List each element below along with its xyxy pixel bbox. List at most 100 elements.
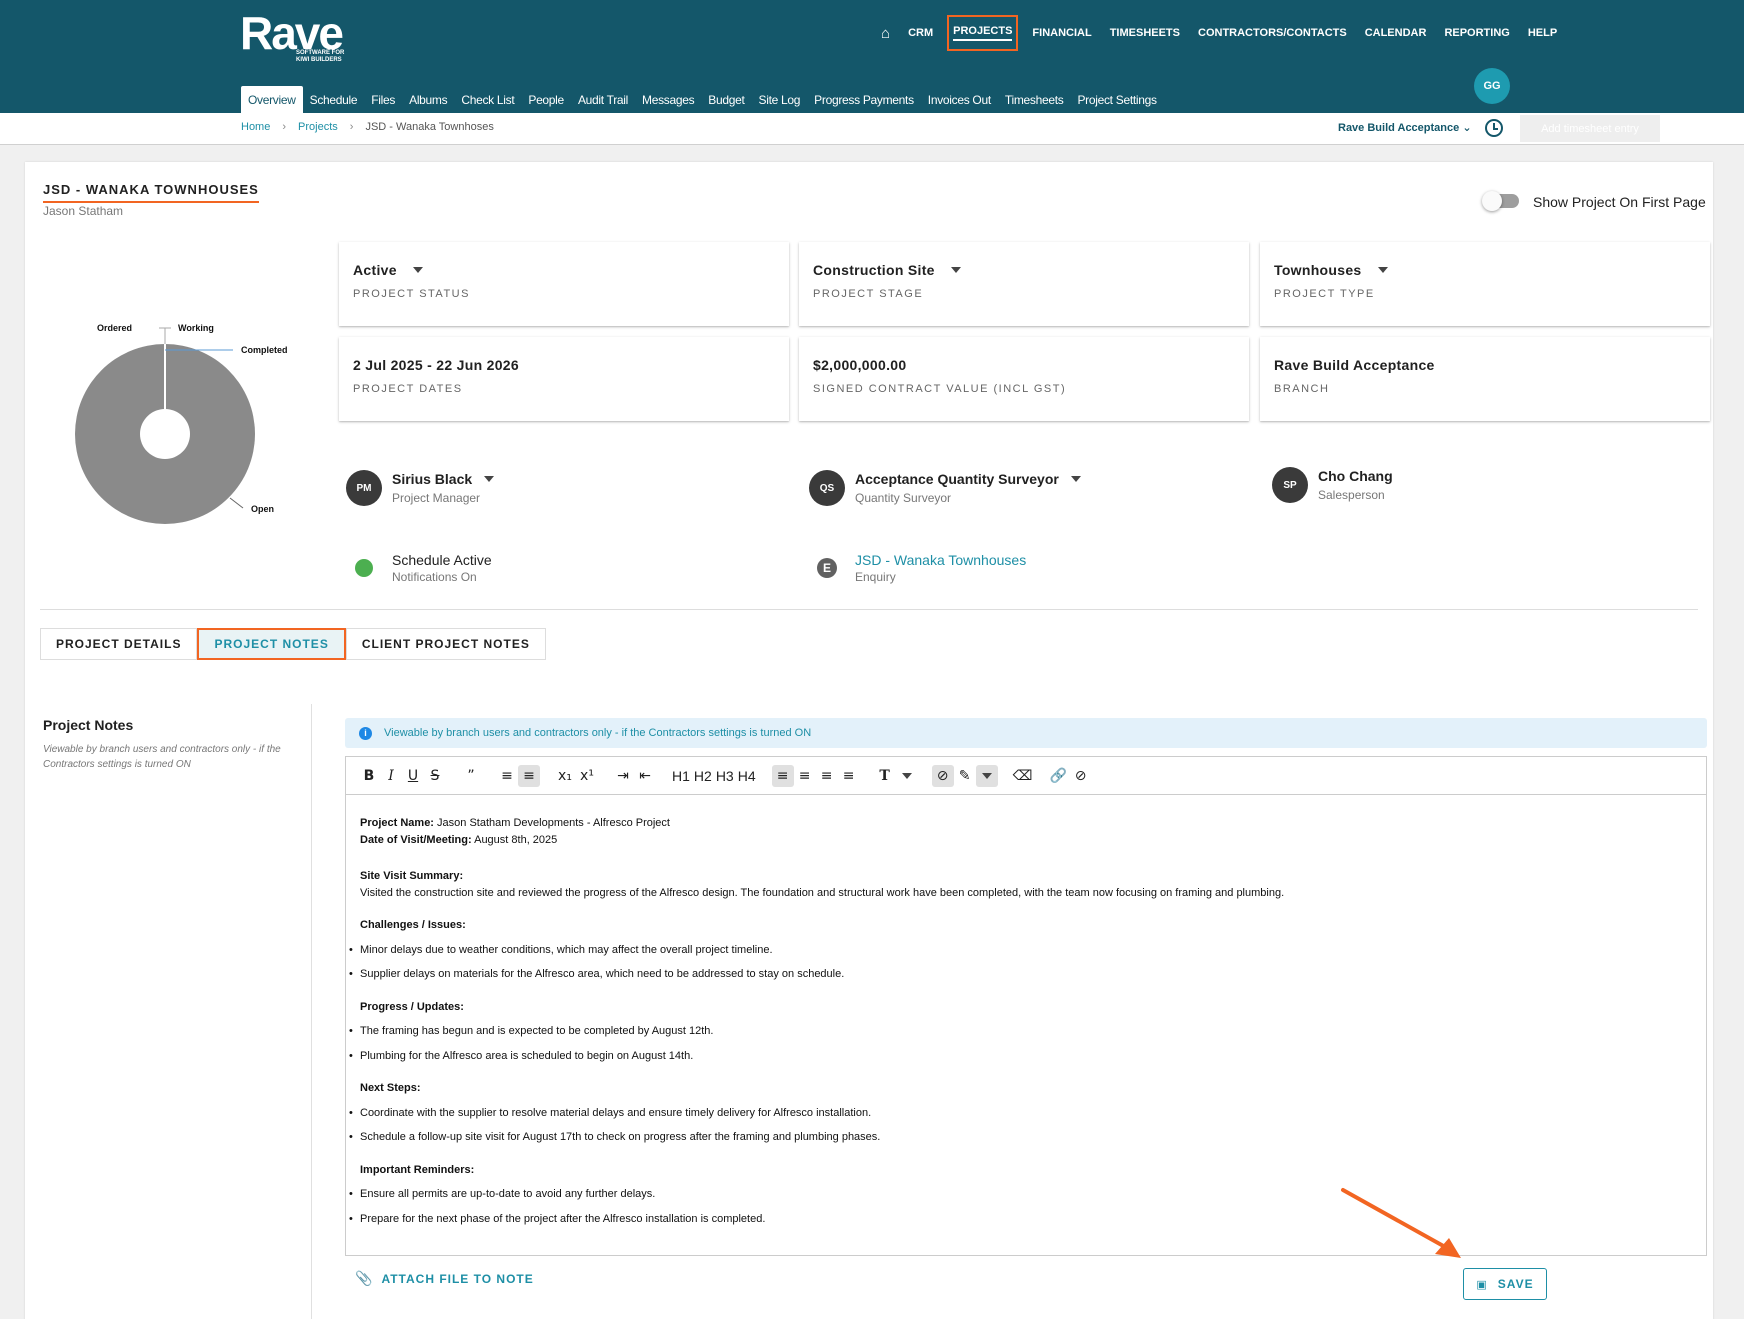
subnav-overview[interactable]: Overview [241,86,303,113]
list-item: Coordinate with the supplier to resolve … [349,1105,1692,1122]
highlighter-icon[interactable]: ✎ [954,765,976,787]
attach-file-button[interactable]: 📎 ATTACH FILE TO NOTE [355,1270,534,1287]
caret-down-icon[interactable] [896,765,918,787]
caret-down-icon[interactable] [975,764,998,787]
heading-1-button[interactable]: H1 [670,765,692,787]
save-button[interactable]: ▣ SAVE [1463,1268,1547,1300]
subnav-site-log[interactable]: Site Log [752,86,808,113]
breadcrumb-projects[interactable]: Projects [298,121,338,133]
caret-down-icon[interactable] [1377,267,1388,273]
caret-down-icon[interactable] [412,267,423,273]
enquiry-link-block: E JSD - Wanaka Townhouses Enquiry [809,552,1026,584]
subscript-icon[interactable]: x₁ [554,765,576,787]
subnav-project-settings[interactable]: Project Settings [1070,86,1163,113]
clock-icon[interactable] [1485,119,1503,137]
nav-calendar[interactable]: CALENDAR [1356,15,1436,51]
add-timesheet-entry-button[interactable]: Add timesheet entry [1520,115,1660,142]
project-status-card[interactable]: Active PROJECT STATUS [339,242,789,326]
project-type-card[interactable]: Townhouses PROJECT TYPE [1260,242,1710,326]
nav-timesheets[interactable]: TIMESHEETS [1101,15,1189,51]
enquiry-badge-icon: E [817,558,837,578]
salesperson[interactable]: SP Cho Chang Salesperson [1272,467,1393,503]
branch-selector[interactable]: Rave Build Acceptance ⌄ [1338,121,1472,134]
editor-content[interactable]: Project Name: Jason Statham Developments… [346,795,1706,1247]
nav-financial[interactable]: FINANCIAL [1023,15,1100,51]
subnav-files[interactable]: Files [364,86,402,113]
breadcrumb-home[interactable]: Home [241,121,270,133]
avatar: SP [1272,467,1308,503]
clear-color-icon[interactable]: ⊘ [931,764,954,787]
contract-value-card[interactable]: $2,000,000.00 SIGNED CONTRACT VALUE (INC… [799,337,1249,421]
nav-crm[interactable]: CRM [899,15,942,51]
project-type-label: PROJECT TYPE [1274,288,1375,300]
tab-client-project-notes[interactable]: CLIENT PROJECT NOTES [345,628,546,660]
project-status-value: Active [353,262,397,278]
heading-3-button[interactable]: H3 [714,765,736,787]
branch-card: Rave Build Acceptance BRANCH [1260,337,1710,421]
avatar: PM [346,470,382,506]
chevron-right-icon: › [282,121,287,133]
align-justify-icon[interactable]: ≡ [838,765,860,787]
contract-value-label: SIGNED CONTRACT VALUE (INCL GST) [813,383,1067,395]
eraser-icon[interactable]: ⌫ [1012,765,1034,787]
show-on-first-page-toggle[interactable] [1482,191,1519,211]
quantity-surveyor[interactable]: QS Acceptance Quantity Surveyor Quantity… [809,470,1081,506]
caret-down-icon[interactable] [484,476,495,482]
subnav-albums[interactable]: Albums [402,86,454,113]
subnav-timesheets[interactable]: Timesheets [998,86,1071,113]
project-manager[interactable]: PM Sirius Black Project Manager [346,470,495,506]
show-on-first-page-label: Show Project On First Page [1533,194,1706,210]
ordered-list-icon[interactable]: ≡ [496,765,518,787]
challenges-heading: Challenges / Issues: [360,919,466,931]
subnav-progress-payments[interactable]: Progress Payments [807,86,921,113]
align-center-icon[interactable]: ≡ [794,765,816,787]
subnav-invoices-out[interactable]: Invoices Out [921,86,998,113]
subnav-budget[interactable]: Budget [701,86,751,113]
breadcrumb-current: JSD - Wanaka Townhoses [365,121,494,133]
indent-icon[interactable]: ⇥ [612,765,634,787]
link-icon[interactable]: 🔗 [1048,765,1070,787]
strikethrough-button[interactable]: S [424,765,446,787]
text-style-button[interactable]: T [874,765,896,787]
enquiry-link[interactable]: JSD - Wanaka Townhouses [855,552,1026,568]
italic-button[interactable]: I [380,765,402,787]
branch-value: Rave Build Acceptance [1274,357,1435,373]
underline-button[interactable]: U [402,765,424,787]
list-item: Prepare for the next phase of the projec… [349,1211,1692,1228]
nav-contractors-contacts[interactable]: CONTRACTORS/CONTACTS [1189,15,1356,51]
bold-button[interactable]: B [358,765,380,787]
outdent-icon[interactable]: ⇤ [634,765,656,787]
blockquote-icon[interactable]: ” [460,765,482,787]
nav-projects[interactable]: PROJECTS [947,15,1019,51]
heading-4-button[interactable]: H4 [736,765,758,787]
subnav-messages[interactable]: Messages [635,86,701,113]
user-avatar[interactable]: GG [1474,68,1510,104]
rave-logo[interactable]: Rave SOFTWARE FOR KIWI BUILDERS [240,10,344,63]
schedule-status[interactable]: Schedule Active Notifications On [346,552,492,584]
unlink-icon[interactable]: ⊘ [1070,765,1092,787]
nav-reporting[interactable]: REPORTING [1435,15,1518,51]
heading-2-button[interactable]: H2 [692,765,714,787]
caret-down-icon[interactable] [950,267,961,273]
caret-down-icon[interactable] [1070,476,1081,482]
subnav-check-list[interactable]: Check List [454,86,521,113]
project-title: JSD - WANAKA TOWNHOUSES [43,182,259,203]
align-left-icon[interactable]: ≡ [771,764,794,787]
bullet-list-icon[interactable]: ≡ [518,764,540,787]
notes-rich-text-editor[interactable]: B I U S ” ≡ ≡ x₁ x¹ ⇥ ⇤ H1 H2 H3 H4 ≡ ≡ … [345,756,1707,1256]
subnav-people[interactable]: People [521,86,571,113]
project-stage-card[interactable]: Construction Site PROJECT STAGE [799,242,1249,326]
superscript-icon[interactable]: x¹ [576,765,598,787]
editor-toolbar: B I U S ” ≡ ≡ x₁ x¹ ⇥ ⇤ H1 H2 H3 H4 ≡ ≡ … [346,757,1706,795]
summary-heading: Site Visit Summary: [360,870,464,882]
nav-help[interactable]: HELP [1519,15,1566,51]
subnav-schedule[interactable]: Schedule [303,86,365,113]
project-dates-card[interactable]: 2 Jul 2025 - 22 Jun 2026 PROJECT DATES [339,337,789,421]
tab-project-notes[interactable]: PROJECT NOTES [197,628,346,660]
subnav-audit-trail[interactable]: Audit Trail [571,86,635,113]
project-stage-value: Construction Site [813,262,935,278]
tab-project-details[interactable]: PROJECT DETAILS [40,628,198,660]
project-notes-description: Viewable by branch users and contractors… [43,744,281,770]
align-right-icon[interactable]: ≡ [816,765,838,787]
home-icon[interactable]: ⌂ [872,15,899,51]
